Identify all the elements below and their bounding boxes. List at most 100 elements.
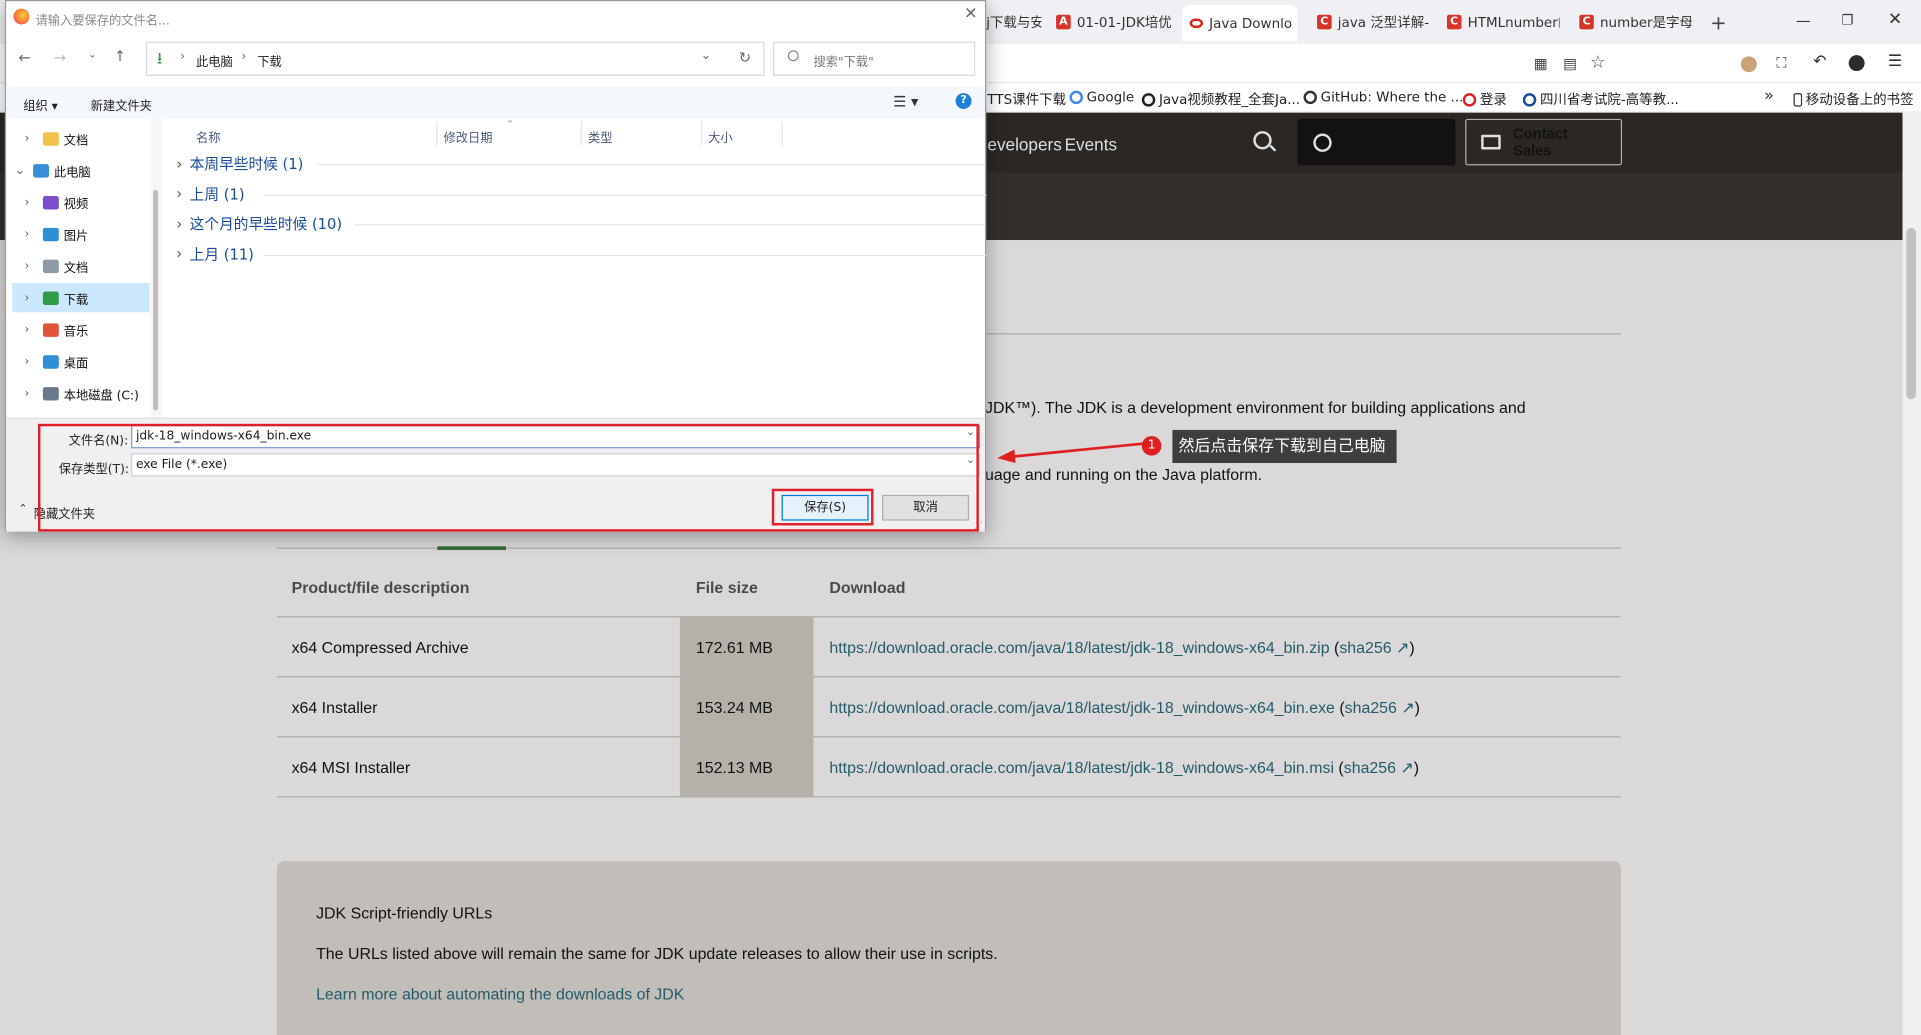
dialog-search-icon: [787, 50, 799, 62]
path-this-pc[interactable]: 此电脑: [196, 51, 233, 69]
col-size[interactable]: 大小: [708, 127, 733, 145]
mobile-bookmarks[interactable]: 移动设备上的书签: [1793, 89, 1914, 109]
col-modified[interactable]: 修改日期: [443, 127, 492, 145]
back-button[interactable]: ←: [18, 49, 30, 66]
col-name[interactable]: 名称: [196, 127, 221, 145]
chevron-right-icon[interactable]: ›: [25, 259, 30, 272]
star-icon[interactable]: ☆: [1590, 53, 1605, 73]
path-dropdown-icon[interactable]: ⌄: [701, 49, 711, 62]
tree-item[interactable]: › 文档: [6, 251, 147, 280]
tree-item-label: 图片: [63, 229, 89, 244]
search-box[interactable]: 搜索"下载": [773, 41, 976, 76]
chevron-right-icon[interactable]: ›: [25, 323, 30, 336]
tree-item[interactable]: › 音乐: [6, 315, 147, 344]
bookmark-item[interactable]: 登录: [1462, 89, 1507, 109]
site-icon: [1522, 92, 1537, 106]
reader-icon[interactable]: ▤: [1563, 55, 1577, 72]
tree-item-label: 下载: [63, 293, 89, 307]
menu-icon[interactable]: ☰: [1888, 53, 1902, 71]
recent-dropdown[interactable]: ⌄: [88, 49, 96, 60]
browser-tab[interactable]: C HTMLnumber的: [1446, 9, 1560, 36]
tree-item[interactable]: › 本地磁盘 (C:): [6, 378, 147, 407]
tree-item[interactable]: › 下载: [12, 282, 150, 313]
view-options-icon[interactable]: ☰ ▾: [893, 93, 918, 110]
watermark: CSDN @程序猿逗逗: [1734, 1009, 1881, 1028]
file-list-header: 名称 ⌄ 修改日期 类型 大小: [165, 114, 985, 148]
chevron-right-icon[interactable]: ›: [176, 155, 182, 172]
refresh-icon[interactable]: ↻: [739, 49, 751, 66]
bookmark-item[interactable]: Google: [1069, 89, 1135, 106]
bookmark-item[interactable]: GitHub: Where the ...: [1303, 89, 1463, 105]
tree-item[interactable]: ⌄ 此电脑: [6, 156, 147, 185]
file-group[interactable]: › 这个月的早些时候 (10): [176, 213, 342, 234]
chevron-right-icon[interactable]: ›: [25, 355, 30, 368]
crop-icon[interactable]: ⛶: [1776, 54, 1786, 72]
browser-tab[interactable]: A 01-01-JDK培优: [1056, 9, 1179, 36]
path-downloads[interactable]: 下载: [257, 51, 282, 69]
avatar[interactable]: [1740, 56, 1757, 73]
chevron-right-icon[interactable]: ›: [25, 386, 30, 399]
scrollbar-thumb[interactable]: [1906, 227, 1917, 400]
file-group-label: 上月 (11): [189, 245, 254, 263]
folder-icon: [42, 131, 59, 146]
annotation-number: 1: [1141, 436, 1162, 456]
close-window-button[interactable]: ✕: [1888, 10, 1902, 30]
nav-scrollbar-thumb[interactable]: [153, 189, 159, 411]
chevron-right-icon[interactable]: ›: [176, 245, 182, 262]
address-bar[interactable]: ⭳ › 此电脑 › 下载 ⌄ ↻: [145, 41, 765, 76]
restore-button[interactable]: ❐: [1841, 12, 1853, 28]
col-divider-1: [436, 121, 438, 146]
minimize-button[interactable]: —: [1796, 12, 1811, 29]
music-icon: [42, 322, 59, 337]
tree-item[interactable]: › 视频: [6, 187, 147, 216]
col-type[interactable]: 类型: [588, 127, 613, 145]
forward-button[interactable]: →: [54, 49, 66, 66]
browser-tab[interactable]: j下载与安: [986, 9, 1041, 36]
tree-item[interactable]: › 文档: [6, 124, 147, 153]
tree-item[interactable]: › 桌面: [6, 347, 147, 376]
bookmark-item[interactable]: Java视频教程_全套Ja...: [1141, 89, 1301, 109]
chevron-right-icon[interactable]: ›: [25, 132, 30, 145]
bookmark-label: Google: [1086, 89, 1135, 106]
csdn-icon: C: [1579, 14, 1594, 30]
chevron-right-icon[interactable]: ›: [25, 227, 30, 240]
chevron-up-icon: ⌃: [18, 503, 28, 516]
highlight-box-save: [771, 488, 874, 526]
file-group[interactable]: › 上月 (11): [176, 243, 254, 264]
chevron-right-icon[interactable]: ›: [176, 215, 182, 232]
download-folder-icon: ⭳: [156, 50, 163, 69]
file-group-label: 这个月的早些时候 (10): [189, 215, 343, 233]
file-group[interactable]: › 上周 (1): [176, 183, 244, 204]
bookmarks-more[interactable]: »: [1764, 87, 1774, 105]
google-icon: [1069, 90, 1083, 105]
tab-label: 01-01-JDK培优: [1076, 14, 1172, 31]
extension-icon[interactable]: [1848, 55, 1865, 72]
tree-item-label: 文档: [63, 134, 89, 148]
chevron-right-icon[interactable]: ›: [25, 291, 30, 304]
qr-icon[interactable]: ▦: [1534, 55, 1548, 72]
tree-item-label: 桌面: [63, 357, 89, 371]
chevron-down-icon[interactable]: ⌄: [15, 164, 25, 177]
undo-icon[interactable]: ↶: [1813, 53, 1826, 71]
file-group[interactable]: › 本周早些时候 (1): [176, 153, 303, 174]
help-icon[interactable]: ?: [955, 93, 972, 110]
file-group-label: 上周 (1): [189, 185, 245, 203]
chevron-right-icon[interactable]: ›: [25, 195, 30, 208]
search-placeholder: 搜索"下载": [813, 56, 874, 70]
dialog-close-button[interactable]: ✕: [964, 5, 977, 23]
new-folder-button[interactable]: 新建文件夹: [91, 96, 152, 113]
browser-tab[interactable]: Cjava 泛型详解-: [1316, 9, 1430, 36]
bookmark-label: Java视频教程_全套Ja...: [1158, 91, 1301, 108]
bookmark-item[interactable]: TTS课件下载: [987, 89, 1066, 109]
up-button[interactable]: ↑: [114, 48, 126, 65]
browser-tab[interactable]: Cnumber是字母c: [1579, 9, 1692, 36]
new-tab-button[interactable]: +: [1710, 11, 1726, 34]
tree-item[interactable]: › 图片: [6, 219, 147, 248]
organize-menu[interactable]: 组织 ▾: [23, 96, 58, 113]
bookmark-item[interactable]: 四川省考试院-高等教...: [1522, 89, 1679, 109]
chevron-right-icon[interactable]: ›: [176, 185, 182, 202]
video-icon: [42, 195, 59, 209]
annotation-arrow: [997, 442, 1146, 464]
browser-tab[interactable]: Java Downlo✕: [1182, 4, 1298, 42]
nav-scrollbar[interactable]: [150, 118, 162, 418]
